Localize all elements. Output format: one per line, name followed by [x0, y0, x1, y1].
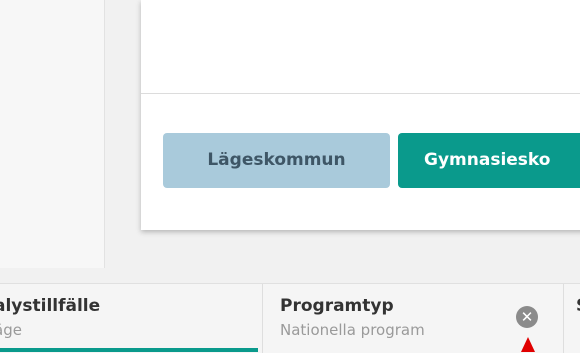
- filter-chip-value: äge: [0, 321, 22, 339]
- filter-chip-value: Nationella program: [280, 321, 425, 339]
- card-divider: [141, 93, 580, 94]
- pointer-arrow-icon: [521, 337, 535, 352]
- filter-chip-title: alystillfälle: [0, 296, 101, 316]
- filter-chip-title: S: [576, 296, 580, 316]
- left-panel: [0, 0, 105, 268]
- gymnasieskola-button[interactable]: Gymnasiesko: [398, 133, 580, 188]
- active-filter-underline: [0, 348, 258, 352]
- filter-chip-next[interactable]: S: [564, 284, 580, 353]
- filter-bar: alystillfälle äge Programtyp Nationella …: [0, 283, 580, 353]
- filter-chip-title: Programtyp: [280, 296, 394, 316]
- close-circle-icon[interactable]: ✕: [516, 306, 538, 328]
- lageskommun-button[interactable]: Lägeskommun: [163, 133, 390, 188]
- filter-chip-analystillfalle[interactable]: alystillfälle äge: [0, 284, 263, 353]
- content-card: [141, 0, 580, 230]
